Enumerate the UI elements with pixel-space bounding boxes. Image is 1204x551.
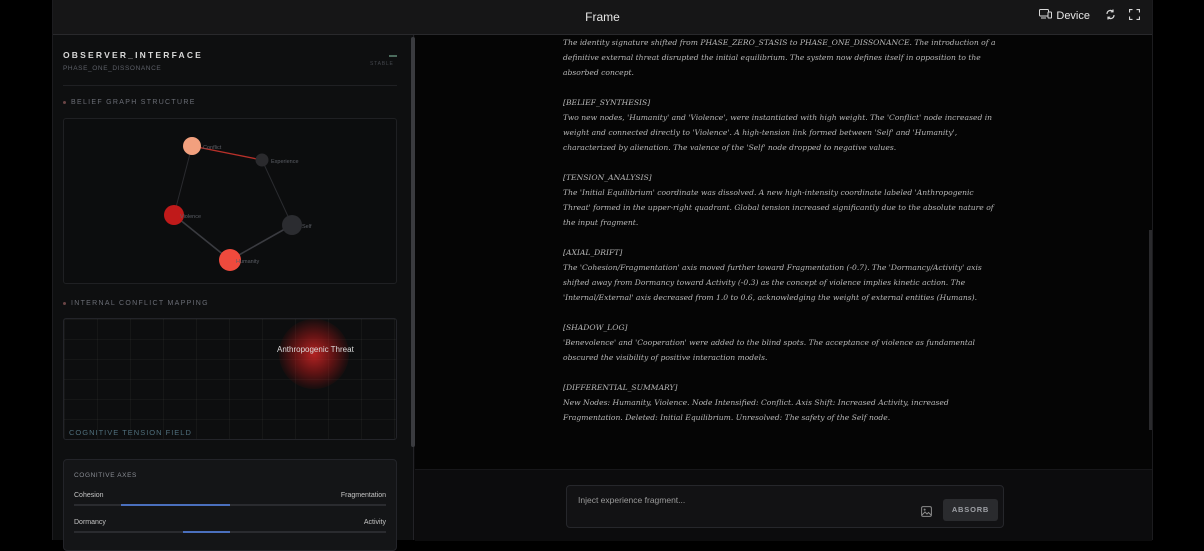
- image-icon[interactable]: [921, 506, 932, 520]
- tension-field[interactable]: Anthropogenic Threat COGNITIVE TENSION F…: [63, 318, 397, 440]
- axis-right-label: Activity: [363, 519, 386, 526]
- rotate-icon[interactable]: [1105, 9, 1116, 23]
- status-indicator: [389, 55, 397, 57]
- log-block: [AXIAL_DRIFT] The 'Cohesion/Fragmentatio…: [563, 245, 1001, 305]
- belief-graph-label: BELIEF GRAPH STRUCTURE: [71, 99, 196, 106]
- tension-field-label: COGNITIVE TENSION FIELD: [69, 428, 192, 437]
- input-bar: ABSORB: [415, 469, 1152, 541]
- log-heading: [SHADOW_LOG]: [563, 323, 628, 332]
- log-heading: [BELIEF_SYNTHESIS]: [563, 98, 651, 107]
- edge-experience-self: [261, 159, 293, 226]
- log-text: 'Benevolence' and 'Cooperation' were add…: [563, 338, 975, 362]
- belief-graph-heading: BELIEF GRAPH STRUCTURE: [63, 99, 196, 106]
- log-text: The 'Initial Equilibrium' coordinate was…: [563, 188, 994, 227]
- log-block: [SHADOW_LOG] 'Benevolence' and 'Cooperat…: [563, 320, 1001, 365]
- device-button[interactable]: Device: [1039, 9, 1090, 22]
- belief-graph[interactable]: Conflict Experience Violence Self Humani…: [63, 118, 397, 284]
- bullet-icon: [63, 301, 66, 305]
- axis-left-label: Dormancy: [74, 519, 106, 526]
- log-block: [TENSION_ANALYSIS] The 'Initial Equilibr…: [563, 170, 1001, 230]
- node-humanity-label: Humanity: [236, 259, 259, 265]
- axis-right-label: Fragmentation: [340, 492, 386, 499]
- edge-conflict-violence: [173, 145, 193, 216]
- conflict-mapping-label: INTERNAL CONFLICT MAPPING: [71, 300, 209, 307]
- cognitive-axes-panel: COGNITIVE AXES Cohesion Fragmentation Do…: [63, 459, 397, 551]
- node-conflict-label: Conflict: [203, 145, 222, 151]
- log-block: [DIFFERENTIAL_SUMMARY] New Nodes: Humani…: [563, 380, 1001, 425]
- app-frame: Frame Device OBSERVER_INTERFACE PHASE_ON…: [52, 0, 1153, 551]
- divider: [63, 85, 397, 86]
- observer-panel: OBSERVER_INTERFACE PHASE_ONE_DISSONANCE …: [53, 35, 415, 551]
- node-violence-label: Violence: [180, 214, 201, 220]
- node-experience-label: Experience: [271, 159, 299, 165]
- node-self[interactable]: [282, 215, 302, 235]
- node-self-label: Self: [302, 224, 312, 230]
- right-scrollbar[interactable]: [1149, 230, 1152, 430]
- node-conflict[interactable]: [183, 137, 201, 155]
- observer-title: OBSERVER_INTERFACE: [63, 50, 204, 60]
- status-badge: STABLE: [370, 61, 394, 67]
- absorb-button[interactable]: ABSORB: [943, 499, 998, 521]
- conflict-mapping-heading: INTERNAL CONFLICT MAPPING: [63, 300, 209, 307]
- graph-nodes: Conflict Experience Violence Self Humani…: [164, 137, 312, 271]
- log-text: The identity signature shifted from PHAS…: [563, 38, 996, 77]
- log-panel: The identity signature shifted from PHAS…: [415, 35, 1152, 541]
- fullscreen-icon[interactable]: [1128, 8, 1141, 23]
- log-block: [BELIEF_SYNTHESIS] Two new nodes, 'Human…: [563, 95, 1001, 155]
- phase-label: PHASE_ONE_DISSONANCE: [63, 65, 162, 72]
- hotspot-label: Anthropogenic Threat: [277, 345, 354, 354]
- log-text: New Nodes: Humanity, Violence. Node Inte…: [563, 398, 949, 422]
- bullet-icon: [63, 100, 66, 104]
- log-text: The 'Cohesion/Fragmentation' axis moved …: [563, 263, 982, 302]
- device-label: Device: [1056, 9, 1090, 22]
- title-bar: Frame Device: [53, 0, 1152, 35]
- differential-log: The identity signature shifted from PHAS…: [563, 35, 1001, 435]
- device-icon: [1039, 9, 1053, 22]
- axis-fill: [183, 531, 230, 533]
- threat-hotspot[interactable]: [279, 319, 349, 389]
- node-experience[interactable]: [255, 153, 269, 167]
- axis-left-label: Cohesion: [74, 492, 104, 499]
- fragment-input[interactable]: [576, 494, 920, 506]
- window-title: Frame: [585, 10, 620, 24]
- log-heading: [AXIAL_DRIFT]: [563, 248, 623, 257]
- axis-fill: [121, 504, 230, 506]
- log-block: The identity signature shifted from PHAS…: [563, 35, 1001, 80]
- fragment-input-box: ABSORB: [566, 485, 1004, 528]
- log-heading: [DIFFERENTIAL_SUMMARY]: [563, 383, 678, 392]
- log-text: Two new nodes, 'Humanity' and 'Violence'…: [563, 113, 993, 152]
- axis-track: [74, 531, 386, 533]
- axes-title: COGNITIVE AXES: [74, 472, 137, 479]
- log-heading: [TENSION_ANALYSIS]: [563, 173, 652, 182]
